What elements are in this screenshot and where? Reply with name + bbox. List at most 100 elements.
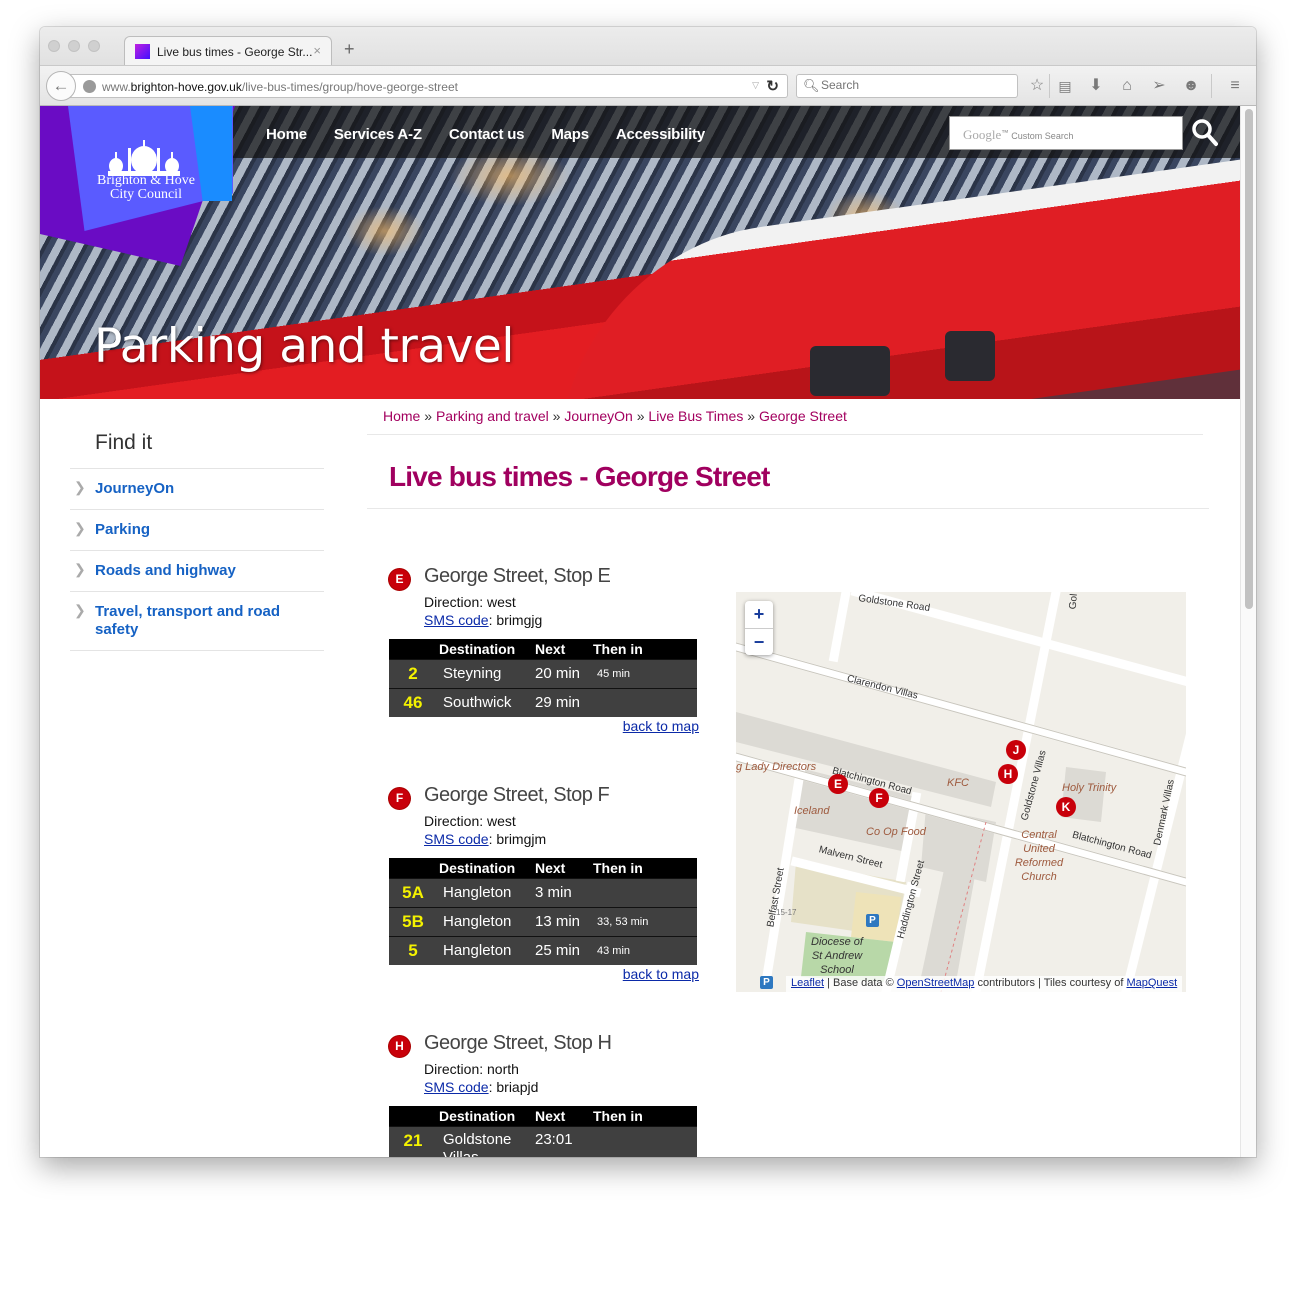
vertical-scrollbar[interactable]	[1240, 106, 1256, 1157]
col-then: Then in	[593, 858, 697, 878]
stop-marker-icon: F	[389, 788, 410, 809]
new-tab-button[interactable]: +	[344, 40, 355, 58]
breadcrumb-live-bus-times[interactable]: Live Bus Times	[648, 408, 743, 424]
map-marker-h[interactable]: H	[998, 764, 1018, 784]
breadcrumb-george-street[interactable]: George Street	[759, 408, 847, 424]
mapquest-link[interactable]: MapQuest	[1126, 977, 1177, 989]
openstreetmap-link[interactable]: OpenStreetMap	[897, 977, 975, 989]
hero-image-detail	[945, 331, 995, 381]
parking-icon: P	[760, 976, 773, 989]
sidebar-item-roads-and-highway[interactable]: ❯ Roads and highway	[70, 551, 324, 592]
tab-title: Live bus times - George Str...	[157, 45, 313, 59]
map-poi-label: Co Op Food	[866, 826, 926, 838]
stop-header: F George Street, Stop F	[389, 784, 699, 812]
map-marker-j[interactable]: J	[1006, 740, 1026, 760]
url-domain: brighton-hove.gov.uk	[130, 80, 242, 94]
logo-text-line: Brighton & Hove	[97, 173, 195, 188]
hero-train-image	[560, 156, 1240, 399]
breadcrumb: Home » Parking and travel » JourneyOn » …	[383, 408, 847, 424]
page-viewport: Brighton & Hove City Council Home Servic…	[40, 106, 1256, 1157]
sidebar-item-parking[interactable]: ❯ Parking	[70, 510, 324, 551]
close-window-button[interactable]	[48, 40, 60, 52]
col-route	[389, 1106, 437, 1126]
map-marker-k[interactable]: K	[1056, 797, 1076, 817]
destination: Hangleton	[437, 935, 535, 965]
map-tiles	[736, 592, 1186, 992]
reading-list-icon[interactable]: ▤	[1055, 76, 1075, 96]
browser-search-box[interactable]: 🔍︎	[796, 74, 1018, 98]
sidebar-item-journeyon[interactable]: ❯ JourneyOn	[70, 469, 324, 510]
hero-image-detail	[810, 346, 890, 396]
browser-search-input[interactable]	[821, 78, 1011, 92]
then-in: 43 min	[593, 935, 697, 965]
nav-contact-us[interactable]: Contact us	[449, 126, 525, 143]
back-to-map-link[interactable]: back to map	[623, 718, 699, 734]
send-icon[interactable]: ➢	[1149, 76, 1169, 96]
pavilion-domes-icon	[108, 140, 180, 176]
site-search-input[interactable]: Google™ Custom Search	[949, 116, 1183, 150]
leaflet-link[interactable]: Leaflet	[791, 977, 824, 989]
url-bar[interactable]: www.brighton-hove.gov.uk/live-bus-times/…	[70, 74, 788, 98]
breadcrumb-journeyon[interactable]: JourneyOn	[564, 408, 632, 424]
back-button[interactable]: ←	[46, 71, 76, 101]
sms-code-value: : brimgjm	[488, 831, 547, 847]
maximize-window-button[interactable]	[88, 40, 100, 52]
stop-sms: SMS code: brimgjm	[424, 830, 699, 848]
map-marker-e[interactable]: E	[828, 774, 848, 794]
sidebar-item-travel-transport-road-safety[interactable]: ❯ Travel, transport and road safety	[70, 592, 324, 651]
parking-icon: P	[866, 914, 879, 927]
scrollbar-thumb[interactable]	[1245, 109, 1253, 609]
logo-text-line: City Council	[110, 187, 182, 202]
chat-icon[interactable]: ☻	[1181, 76, 1201, 96]
bookmark-star-icon[interactable]: ☆	[1027, 76, 1047, 96]
reload-icon[interactable]: ↻	[766, 77, 779, 95]
breadcrumb-home[interactable]: Home	[383, 408, 420, 424]
stop-direction: Direction: west	[424, 594, 516, 610]
next-time: 13 min	[535, 906, 593, 936]
sidebar-link[interactable]: Parking	[95, 521, 324, 539]
route-number: 5B	[389, 906, 437, 936]
then-in	[593, 1125, 697, 1157]
page-title: Live bus times - George Street	[389, 461, 770, 492]
nav-accessibility[interactable]: Accessibility	[616, 126, 705, 143]
nav-home[interactable]: Home	[266, 126, 307, 143]
map-zoom-control: + −	[745, 601, 773, 655]
stops-map[interactable]: + − Goldstone Road Clarendon Villas Blat…	[736, 592, 1186, 992]
favicon-icon	[135, 44, 150, 59]
globe-icon	[83, 80, 96, 93]
table-header-row: Destination Next Then in	[389, 858, 697, 878]
main-nav: Home Services A-Z Contact us Maps Access…	[266, 126, 732, 143]
zoom-in-button[interactable]: +	[745, 601, 773, 628]
sms-code-link[interactable]: SMS code	[424, 831, 489, 847]
site-search-icon[interactable]	[1188, 116, 1222, 150]
url-prefix: www.	[102, 80, 131, 94]
chevron-right-icon: ❯	[74, 520, 86, 536]
map-marker-f[interactable]: F	[869, 788, 889, 808]
minimize-window-button[interactable]	[68, 40, 80, 52]
table-row: 46 Southwick 29 min	[389, 687, 697, 717]
browser-tab[interactable]: Live bus times - George Str... ×	[124, 36, 332, 66]
destination: Hangleton	[437, 906, 535, 936]
nav-services-a-z[interactable]: Services A-Z	[334, 126, 422, 143]
tab-close-icon[interactable]: ×	[313, 43, 321, 58]
sidebar-link[interactable]: Travel, transport and road safety	[95, 603, 295, 639]
sms-code-value: : brimgjg	[488, 612, 543, 628]
nav-maps[interactable]: Maps	[551, 126, 589, 143]
sidebar-link[interactable]: JourneyOn	[95, 480, 324, 498]
sidebar-link[interactable]: Roads and highway	[95, 562, 324, 580]
zoom-out-button[interactable]: −	[745, 628, 773, 655]
downloads-icon[interactable]: ⬇	[1086, 76, 1106, 96]
back-to-map-link[interactable]: back to map	[623, 966, 699, 982]
menu-icon[interactable]: ≡	[1225, 76, 1245, 96]
breadcrumb-parking-and-travel[interactable]: Parking and travel	[436, 408, 549, 424]
sms-code-link[interactable]: SMS code	[424, 612, 489, 628]
stop-info: Direction: west SMS code: brimgjg	[424, 593, 699, 629]
url-history-dropdown-icon[interactable]: ▽	[752, 80, 759, 91]
stop-block-e: E George Street, Stop E Direction: west …	[389, 565, 699, 734]
departures-table: Destination Next Then in 21 Goldstone Vi…	[389, 1106, 697, 1157]
url-path: /live-bus-times/group/hove-george-street	[241, 80, 458, 94]
sms-code-link[interactable]: SMS code	[424, 1079, 489, 1095]
map-poi-label: Diocese of St Andrew School	[811, 936, 863, 976]
url-text[interactable]: www.brighton-hove.gov.uk/live-bus-times/…	[102, 80, 458, 94]
home-icon[interactable]: ⌂	[1117, 76, 1137, 96]
